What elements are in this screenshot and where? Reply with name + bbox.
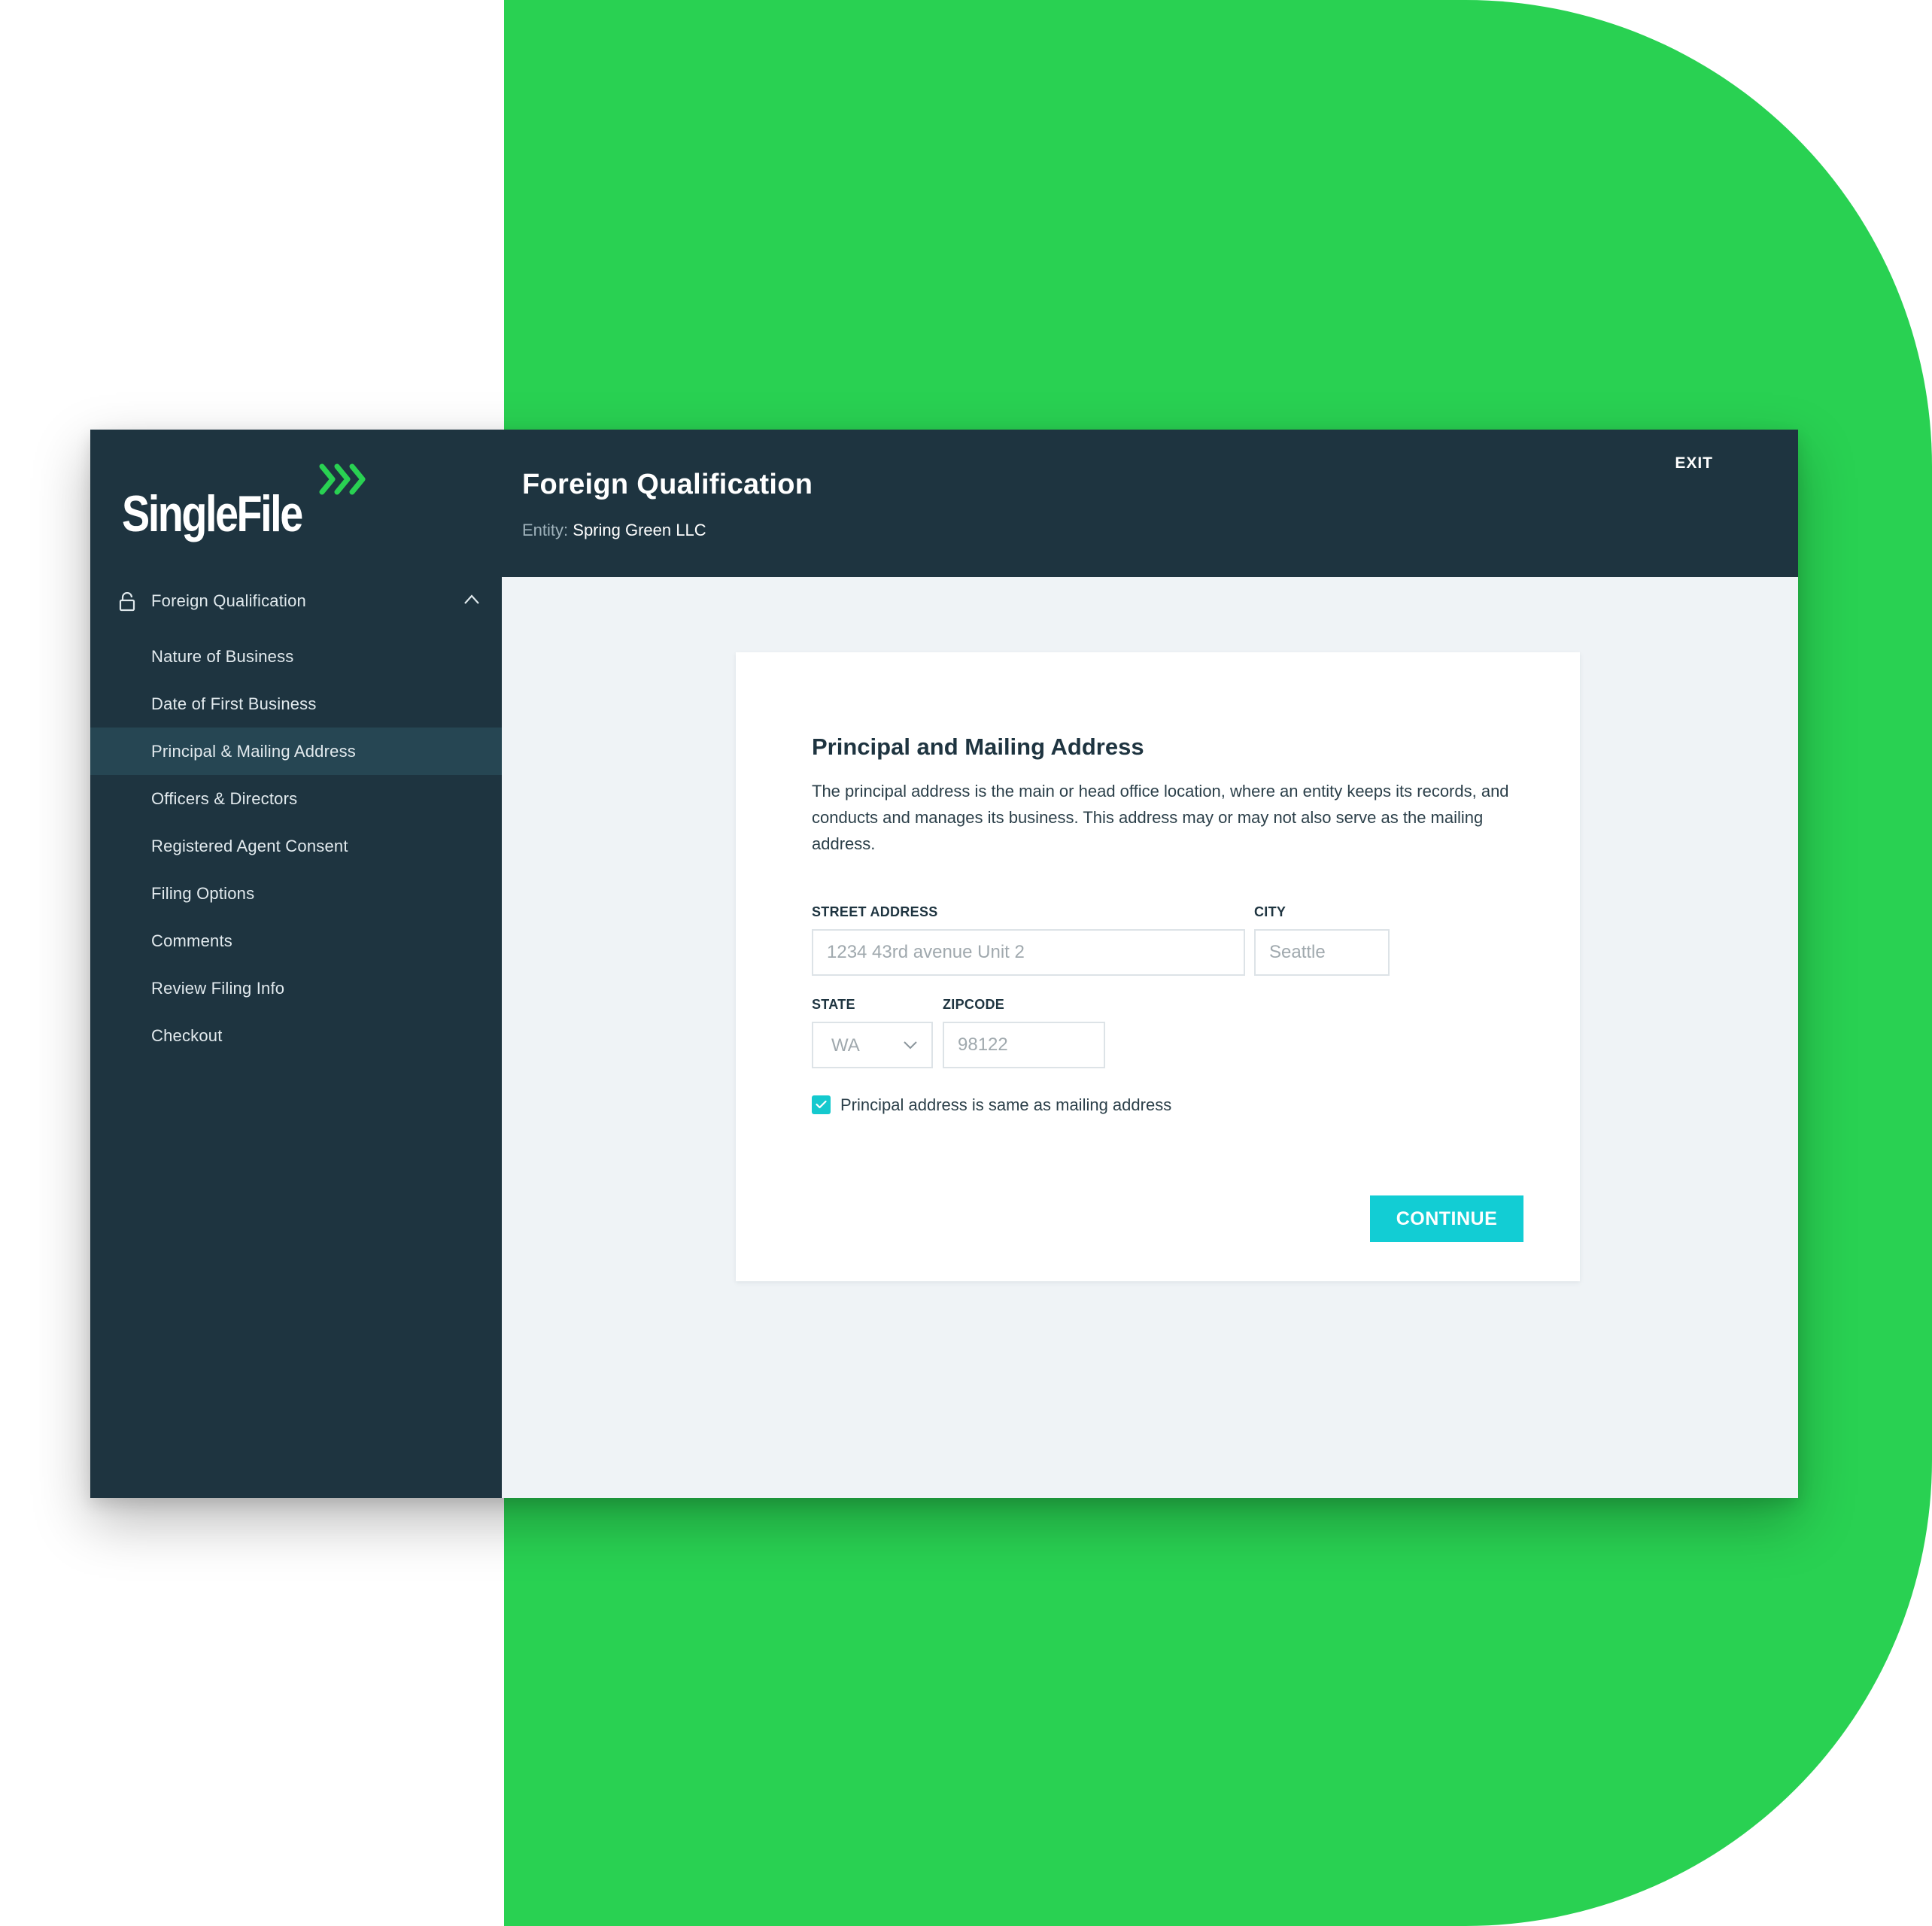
header-bar: Foreign Qualification Entity: Spring Gre… — [502, 430, 1798, 577]
sidebar-item-principal-mailing-address[interactable]: Principal & Mailing Address — [90, 728, 502, 775]
sidebar-item-filing-options[interactable]: Filing Options — [90, 870, 502, 917]
same-address-checkbox[interactable] — [812, 1095, 831, 1114]
singlefile-logo[interactable]: SingleFile — [122, 463, 366, 546]
sidebar-item-label: Officers & Directors — [151, 788, 298, 808]
sidebar-item-review-filing-info[interactable]: Review Filing Info — [90, 965, 502, 1012]
state-select-value: WA — [831, 1035, 860, 1056]
logo-wordmark: SingleFile — [122, 485, 303, 542]
checkmark-icon — [816, 1100, 827, 1109]
sidebar-item-label: Review Filing Info — [151, 978, 285, 998]
street-address-label: STREET ADDRESS — [812, 904, 938, 919]
state-select[interactable]: WA — [812, 1022, 933, 1068]
page-title: Foreign Qualification — [522, 469, 813, 500]
sidebar-item-label: Registered Agent Consent — [151, 836, 348, 855]
exit-button[interactable]: EXIT — [1675, 454, 1713, 472]
sidebar-item-comments[interactable]: Comments — [90, 917, 502, 965]
sidebar-item-label: Date of First Business — [151, 694, 317, 713]
chevron-up-icon[interactable] — [463, 594, 480, 606]
sidebar: SingleFile Foreign Qualification Nature … — [90, 430, 502, 1498]
street-address-input[interactable] — [812, 929, 1245, 976]
sidebar-item-label: Checkout — [151, 1025, 223, 1045]
sidebar-item-officers-directors[interactable]: Officers & Directors — [90, 775, 502, 822]
zipcode-input[interactable] — [943, 1022, 1105, 1068]
sidebar-item-label: Principal & Mailing Address — [151, 741, 356, 761]
entity-label: Entity: — [522, 521, 569, 539]
sidebar-section-label: Foreign Qualification — [151, 591, 306, 610]
chevron-down-icon — [904, 1041, 917, 1050]
sidebar-item-label: Nature of Business — [151, 646, 294, 666]
continue-button[interactable]: CONTINUE — [1370, 1195, 1523, 1242]
sidebar-item-registered-agent-consent[interactable]: Registered Agent Consent — [90, 822, 502, 870]
sidebar-nav: Nature of Business Date of First Busines… — [90, 633, 502, 1059]
sidebar-item-checkout[interactable]: Checkout — [90, 1012, 502, 1059]
entity-info: Entity: Spring Green LLC — [522, 521, 706, 540]
sidebar-item-date-of-first-business[interactable]: Date of First Business — [90, 680, 502, 728]
city-input[interactable] — [1254, 929, 1390, 976]
triple-chevron-right-icon — [319, 463, 366, 495]
form-title: Principal and Mailing Address — [812, 734, 1144, 760]
zipcode-label: ZIPCODE — [943, 997, 1005, 1012]
lock-icon — [119, 592, 135, 612]
app-window: SingleFile Foreign Qualification Nature … — [90, 430, 1798, 1498]
city-label: CITY — [1254, 904, 1286, 919]
state-label: STATE — [812, 997, 855, 1012]
same-address-checkbox-label[interactable]: Principal address is same as mailing add… — [840, 1095, 1171, 1115]
sidebar-item-label: Comments — [151, 931, 232, 950]
form-description: The principal address is the main or hea… — [812, 782, 1509, 853]
sidebar-item-label: Filing Options — [151, 883, 255, 903]
sidebar-item-nature-of-business[interactable]: Nature of Business — [90, 633, 502, 680]
entity-name: Spring Green LLC — [573, 521, 706, 539]
sidebar-section-foreign-qualification[interactable]: Foreign Qualification — [90, 577, 502, 624]
address-form-card: Principal and Mailing Address The princi… — [736, 652, 1580, 1281]
